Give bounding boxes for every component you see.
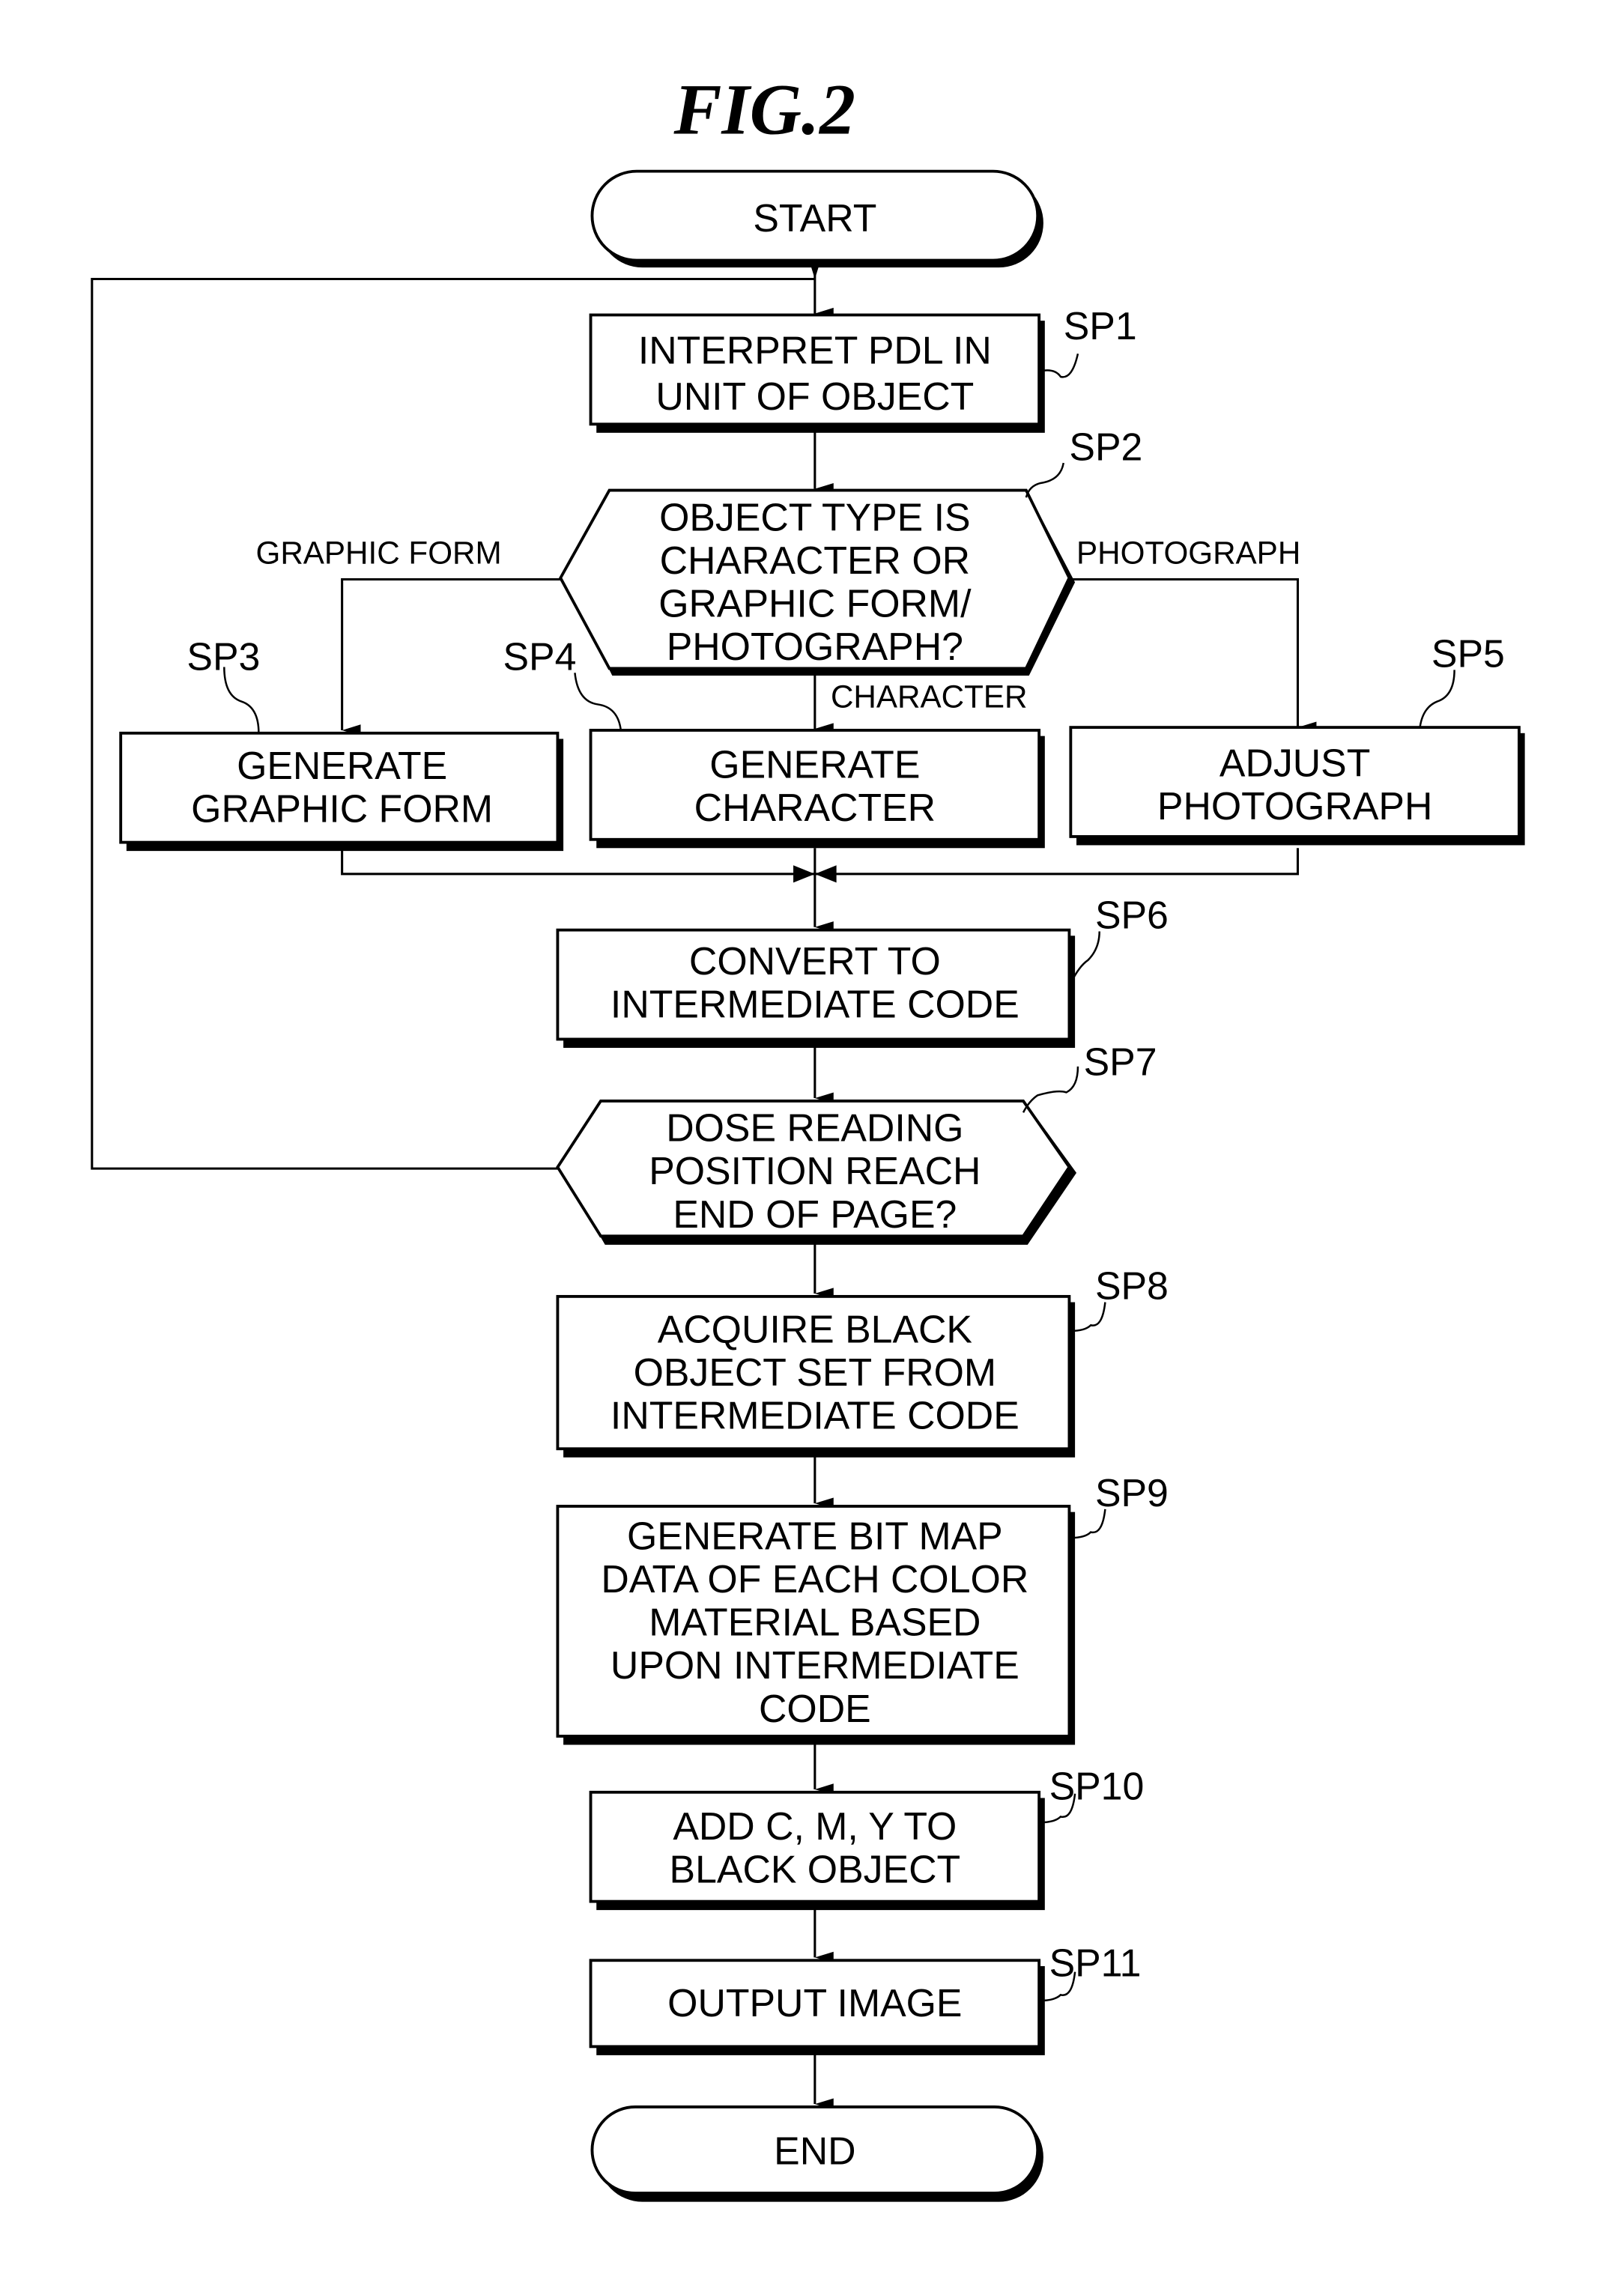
sp2-line-2: CHARACTER OR — [660, 539, 970, 582]
sp11-line-1: OUTPUT IMAGE — [667, 1981, 962, 2025]
sp7-step-label: SP7 — [1084, 1040, 1157, 1083]
sp7-line-3: END OF PAGE? — [673, 1192, 957, 1236]
sp2-line-4: PHOTOGRAPH? — [667, 625, 963, 668]
step-sp10: ADD C, M, Y TO BLACK OBJECT SP10 — [589, 1764, 1145, 1911]
step-sp7-decision: DOSE READING POSITION REACH END OF PAGE?… — [556, 1040, 1157, 1245]
sp7-line-1: DOSE READING — [666, 1106, 963, 1150]
sp9-line-5: CODE — [759, 1687, 871, 1730]
flowchart: FIG.2 START INTERPRET PDL IN UNIT OF OBJ… — [91, 70, 1525, 2202]
sp3-line-1: GENERATE — [237, 744, 447, 787]
end-label: END — [774, 2129, 855, 2173]
branch-label-character: CHARACTER — [831, 679, 1028, 714]
sp1-line-1: INTERPRET PDL IN — [638, 329, 992, 372]
sp1-step-label: SP1 — [1064, 304, 1137, 348]
start-label: START — [753, 196, 876, 240]
branch-label-graphic-form: GRAPHIC FORM — [256, 535, 502, 570]
sp5-step-label: SP5 — [1431, 632, 1505, 676]
step-sp9: GENERATE BIT MAP DATA OF EACH COLOR MATE… — [556, 1471, 1169, 1745]
sp3-line-2: GRAPHIC FORM — [191, 787, 493, 831]
sp9-line-3: MATERIAL BASED — [649, 1601, 981, 1644]
sp6-line-1: CONVERT TO — [689, 939, 941, 983]
sp6-line-2: INTERMEDIATE CODE — [610, 983, 1019, 1026]
sp11-step-label: SP11 — [1049, 1941, 1142, 1984]
sp4-line-2: CHARACTER — [694, 786, 936, 829]
sp10-line-1: ADD C, M, Y TO — [673, 1804, 957, 1848]
sp10-line-2: BLACK OBJECT — [670, 1848, 961, 1891]
sp8-line-3: INTERMEDIATE CODE — [610, 1393, 1019, 1437]
sp6-step-label: SP6 — [1095, 894, 1169, 937]
sp9-line-2: DATA OF EACH COLOR — [601, 1557, 1028, 1601]
sp4-line-1: GENERATE — [709, 742, 920, 786]
sp9-line-1: GENERATE BIT MAP — [627, 1514, 1003, 1558]
step-sp1: INTERPRET PDL IN UNIT OF OBJECT SP1 — [589, 304, 1137, 433]
sp3-step-label: SP3 — [187, 634, 260, 678]
sp5-line-1: ADJUST — [1219, 741, 1370, 784]
sp1-line-2: UNIT OF OBJECT — [655, 375, 974, 418]
sp2-line-1: OBJECT TYPE IS — [659, 495, 970, 539]
sp8-step-label: SP8 — [1095, 1264, 1169, 1308]
sp5-line-2: PHOTOGRAPH — [1157, 784, 1432, 828]
step-sp8: ACQUIRE BLACK OBJECT SET FROM INTERMEDIA… — [556, 1264, 1169, 1458]
sp9-step-label: SP9 — [1095, 1471, 1169, 1514]
end-terminal: END — [590, 2105, 1043, 2202]
figure-title: FIG.2 — [673, 70, 855, 150]
start-terminal: START — [590, 169, 1043, 268]
sp10-step-label: SP10 — [1049, 1764, 1145, 1807]
sp4-step-label: SP4 — [503, 634, 577, 678]
step-sp11: OUTPUT IMAGE SP11 — [589, 1941, 1142, 2055]
branch-label-photograph: PHOTOGRAPH — [1076, 535, 1300, 570]
sp8-line-1: ACQUIRE BLACK — [658, 1307, 972, 1350]
sp9-line-4: UPON INTERMEDIATE — [610, 1643, 1019, 1687]
step-sp2-decision: OBJECT TYPE IS CHARACTER OR GRAPHIC FORM… — [559, 425, 1142, 676]
step-sp6: CONVERT TO INTERMEDIATE CODE SP6 — [556, 894, 1169, 1048]
sp7-line-2: POSITION REACH — [649, 1149, 981, 1192]
sp2-line-3: GRAPHIC FORM/ — [658, 581, 972, 625]
sp2-step-label: SP2 — [1069, 425, 1142, 468]
sp8-line-2: OBJECT SET FROM — [634, 1350, 996, 1394]
